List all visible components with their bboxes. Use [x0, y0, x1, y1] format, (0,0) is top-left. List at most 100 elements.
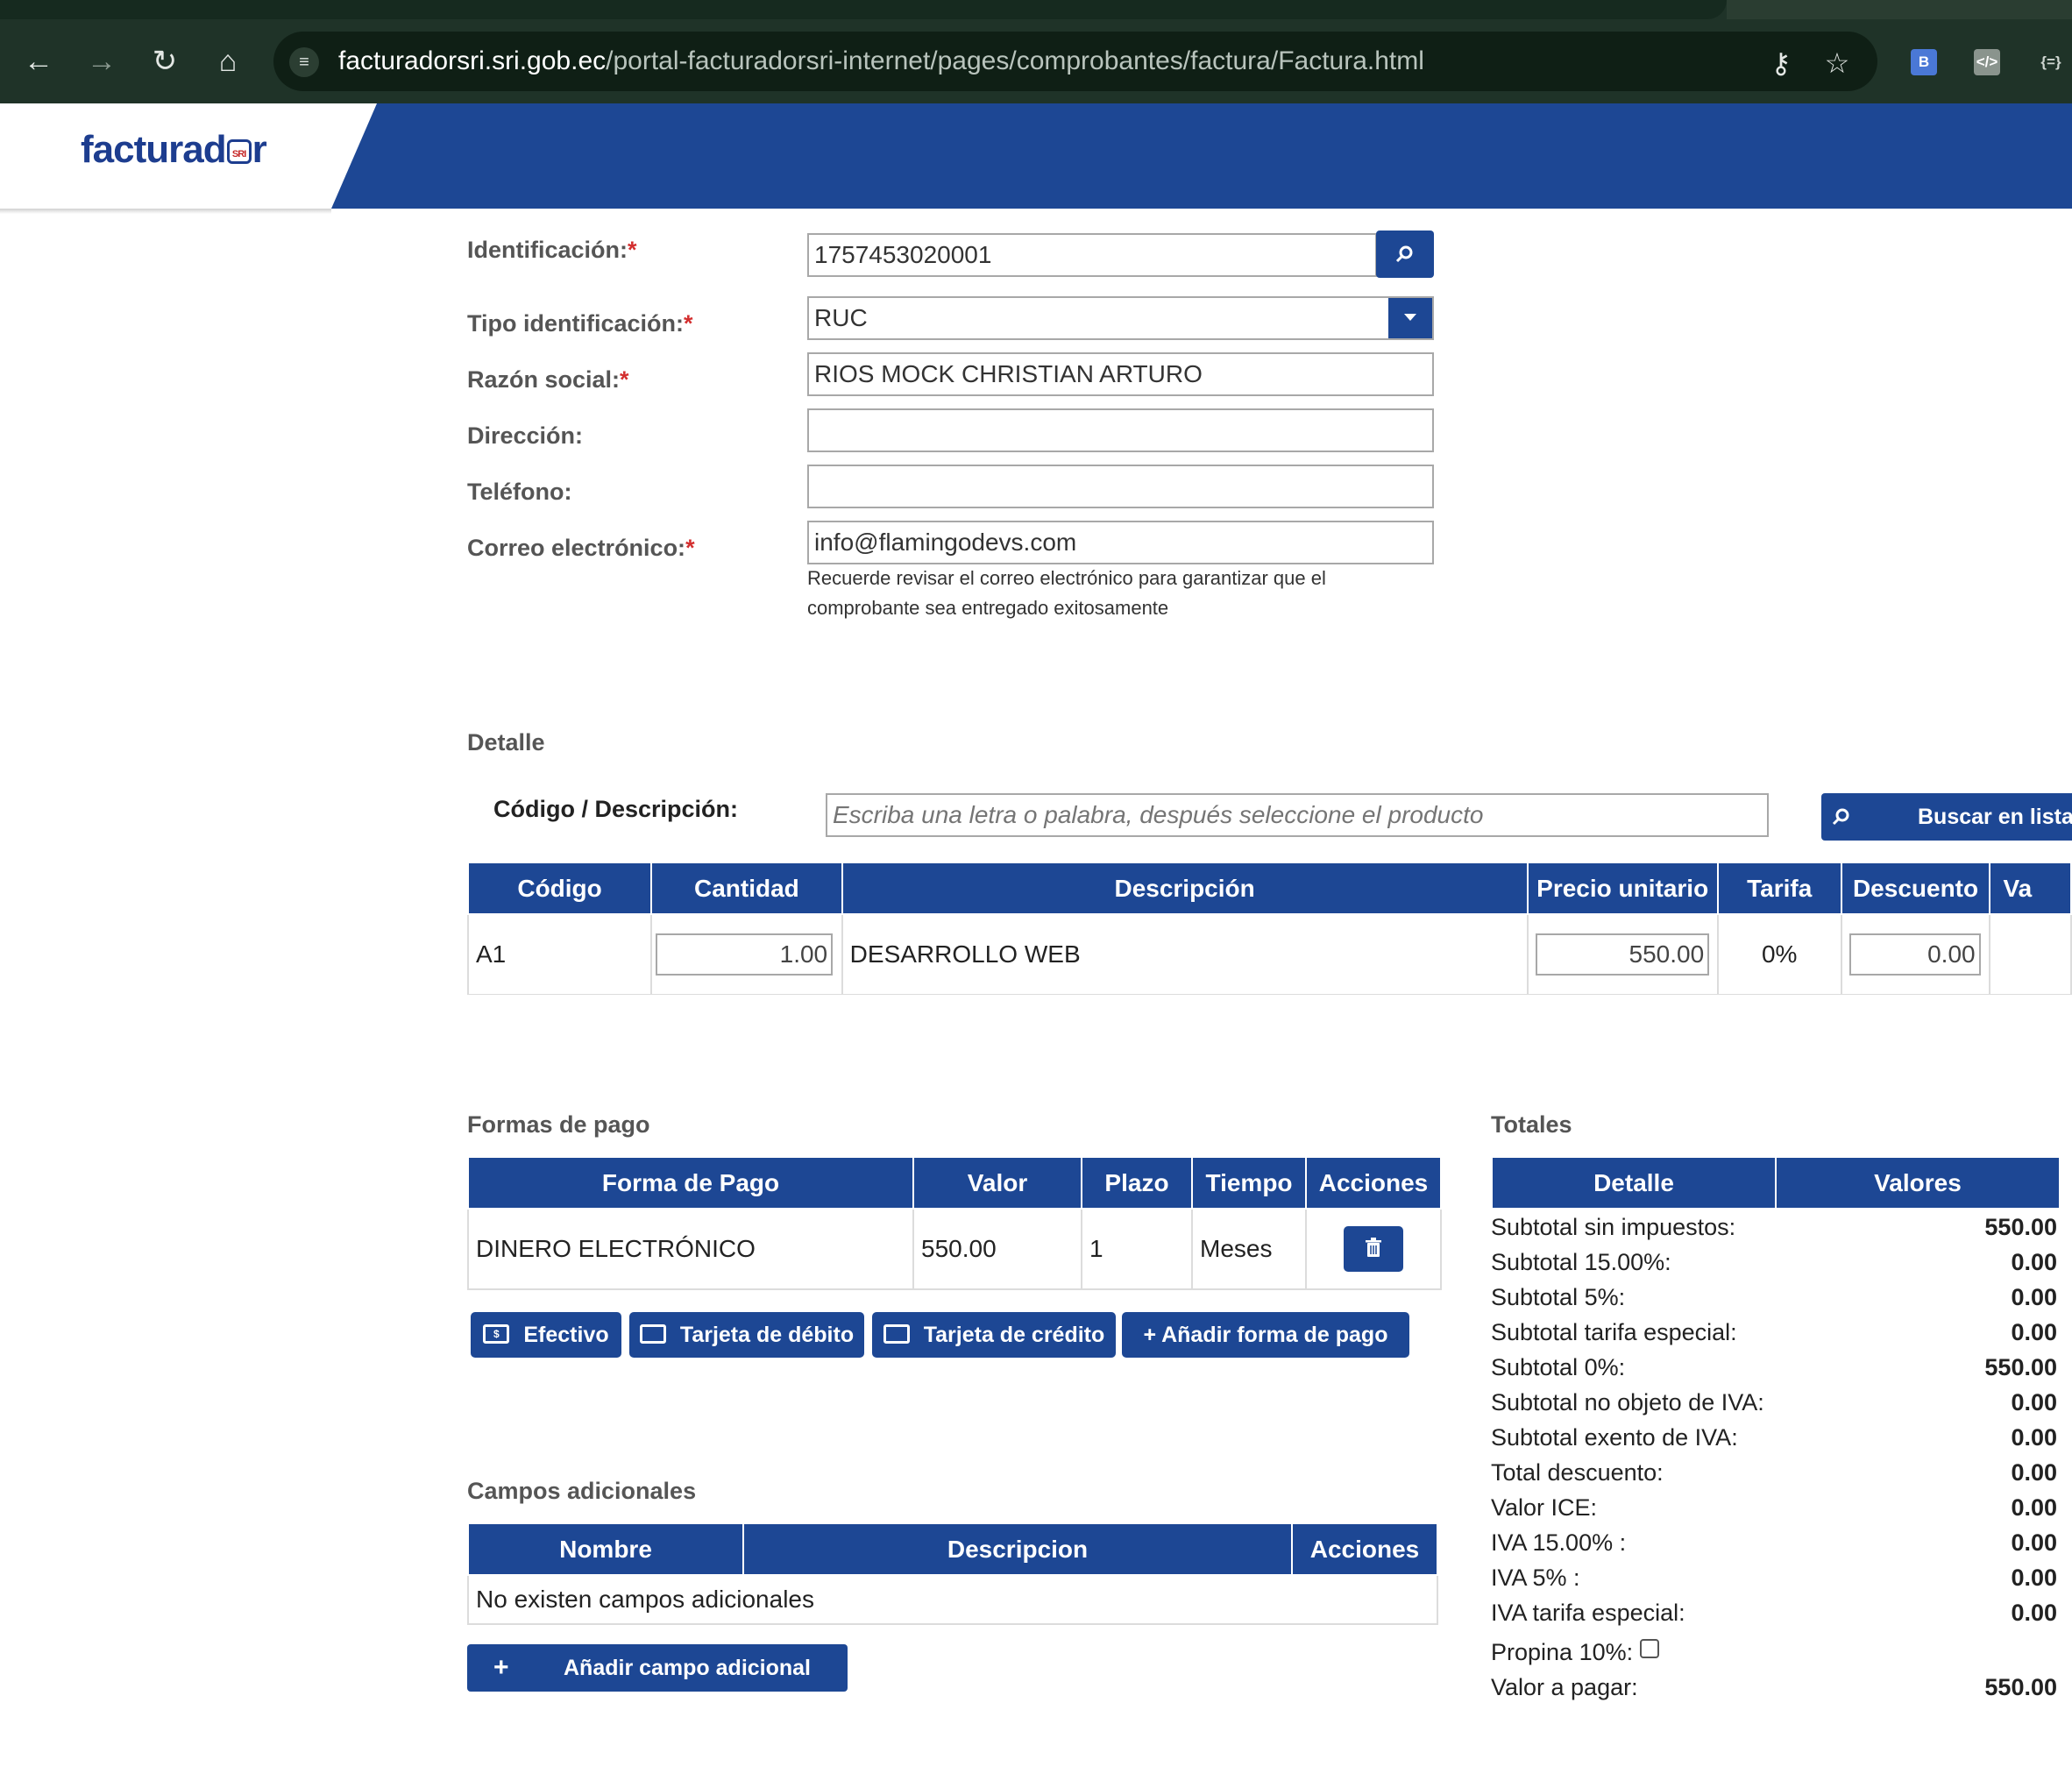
- delete-payment-button[interactable]: [1344, 1226, 1403, 1272]
- home-icon[interactable]: ⌂: [209, 42, 247, 81]
- col-cantidad[interactable]: Cantidad: [650, 863, 843, 915]
- formas-pago-title: Formas de pago: [467, 1111, 650, 1138]
- total-subtotal-5: Subtotal 5%: 0.00: [1491, 1284, 2057, 1310]
- total-valor-ice: Valor ICE: 0.00: [1491, 1494, 2057, 1521]
- total-iva-5: IVA 5% :0.00: [1491, 1564, 2057, 1591]
- direccion-input[interactable]: [807, 408, 1434, 452]
- direccion-label: Dirección:: [467, 422, 584, 449]
- tarjeta-credito-button[interactable]: Tarjeta de crédito: [872, 1312, 1116, 1358]
- reload-icon[interactable]: ↻: [145, 42, 184, 81]
- col-nombre: Nombre: [467, 1524, 744, 1576]
- total-subtotal-tarifa-especial: Subtotal tarifa especial: 0.00: [1491, 1319, 2057, 1345]
- col-precio-unitario[interactable]: Precio unitario: [1526, 863, 1719, 915]
- total-descuento: Total descuento: 0.00: [1491, 1459, 2057, 1486]
- json-extension-icon[interactable]: {=}: [2035, 49, 2067, 75]
- plus-icon: +: [1143, 1323, 1157, 1347]
- buscar-listado-button[interactable]: Buscar en listad: [1821, 793, 2072, 841]
- logo-sri-badge: SRI: [226, 139, 252, 165]
- forward-icon[interactable]: →: [82, 42, 121, 81]
- valor-a-pagar-label: Valor a pagar:: [1491, 1674, 1638, 1700]
- detalle-codigo: A1: [467, 913, 653, 995]
- table-row: DINERO ELECTRÓNICO 550.00 1 Meses: [467, 1208, 1442, 1290]
- descuento-input[interactable]: 0.00: [1848, 933, 1981, 976]
- bookmark-star-icon[interactable]: ☆: [1820, 46, 1855, 81]
- tipo-identificacion-select[interactable]: RUC: [807, 296, 1434, 340]
- url-text[interactable]: facturadorsri.sri.gob.ec/portal-facturad…: [338, 44, 1424, 79]
- url-host: facturadorsri.sri.gob.ec: [338, 46, 607, 75]
- password-key-icon[interactable]: ⚷: [1763, 46, 1799, 81]
- valor-a-pagar-value: 550.00: [1984, 1674, 2057, 1700]
- pago-tiempo: Meses: [1191, 1208, 1307, 1290]
- logo-text-end: r: [252, 128, 267, 171]
- precio-input[interactable]: 550.00: [1536, 933, 1710, 976]
- propina-checkbox[interactable]: [1640, 1638, 1660, 1658]
- anadir-forma-pago-label: Añadir forma de pago: [1161, 1323, 1388, 1347]
- col-descripcion[interactable]: Descripción: [841, 863, 1529, 915]
- back-icon[interactable]: ←: [19, 42, 58, 81]
- anadir-campo-adicional-button[interactable]: + Añadir campo adicional: [467, 1644, 848, 1692]
- razon-social-input[interactable]: RIOS MOCK CHRISTIAN ARTURO: [807, 352, 1434, 396]
- detalle-valor: [1989, 913, 2072, 995]
- col-valores: Valores: [1775, 1158, 2061, 1210]
- detalle-table-wrap: Código Cantidad Descripción Precio unita…: [467, 863, 2072, 995]
- detalle-tarifa: 0%: [1716, 913, 1842, 995]
- trash-icon: [1366, 1238, 1381, 1257]
- col-tiempo: Tiempo: [1191, 1158, 1307, 1210]
- campos-adicionales-title: Campos adicionales: [467, 1478, 697, 1504]
- propina-label: Propina 10%:: [1491, 1639, 1634, 1665]
- empty-message: No existen campos adicionales: [467, 1574, 1438, 1625]
- tarjeta-debito-button[interactable]: Tarjeta de débito: [629, 1312, 864, 1358]
- valor-a-pagar-row: Valor a pagar: 550.00: [1491, 1670, 2057, 1705]
- telefono-input[interactable]: [807, 465, 1434, 508]
- razon-social-label: Razón social:*: [467, 366, 629, 393]
- devtools-extension-icon[interactable]: </>: [1974, 49, 2000, 75]
- col-acciones: Acciones: [1305, 1158, 1442, 1210]
- tipo-identificacion-label: Tipo identificación:*: [467, 310, 693, 337]
- producto-search-input[interactable]: [826, 793, 1769, 837]
- detalle-descripcion: DESARROLLO WEB: [841, 913, 1529, 995]
- campos-adicionales-table: Nombre Descripcion Acciones No existen c…: [467, 1524, 1438, 1625]
- facturador-logo[interactable]: facturad SRI r: [81, 128, 267, 172]
- credit-card-icon: [639, 1324, 666, 1345]
- col-forma-pago: Forma de Pago: [467, 1158, 914, 1210]
- extension-icon[interactable]: B: [1911, 49, 1937, 75]
- efectivo-button[interactable]: $ Efectivo: [471, 1312, 621, 1358]
- total-subtotal-sin-impuestos: Subtotal sin impuestos: 550.00: [1491, 1214, 2057, 1240]
- col-valor: Valor: [912, 1158, 1082, 1210]
- correo-input[interactable]: info@flamingodevs.com: [807, 521, 1434, 564]
- total-iva-15: IVA 15.00% :0.00: [1491, 1529, 2057, 1556]
- col-tarifa[interactable]: Tarifa: [1716, 863, 1842, 915]
- url-path: /portal-facturadorsri-internet/pages/com…: [606, 46, 1424, 75]
- totales-table-header: Detalle Valores: [1491, 1158, 2061, 1210]
- codigo-descripcion-label: Código / Descripción:: [493, 796, 739, 822]
- correo-label: Correo electrónico:*: [467, 535, 695, 561]
- total-iva-tarifa-especial: IVA tarifa especial: 0.00: [1491, 1600, 2057, 1626]
- col-detalle: Detalle: [1491, 1158, 1777, 1210]
- total-subtotal-15: Subtotal 15.00%: 0.00: [1491, 1249, 2057, 1275]
- table-row: A1 1.00 DESARROLLO WEB 550.00 0% 0.00: [467, 913, 2072, 995]
- pago-forma: DINERO ELECTRÓNICO: [467, 1208, 914, 1290]
- total-subtotal-0: Subtotal 0%: 550.00: [1491, 1354, 2057, 1380]
- col-valor[interactable]: Va: [1989, 863, 2072, 915]
- identificacion-search-button[interactable]: [1376, 231, 1434, 278]
- totales-title: Totales: [1491, 1111, 1572, 1138]
- logo-text-part: facturad: [81, 128, 227, 171]
- pago-valor: 550.00: [912, 1208, 1082, 1290]
- col-descuento[interactable]: Descuento: [1840, 863, 1991, 915]
- telefono-label: Teléfono:: [467, 479, 572, 505]
- anadir-forma-pago-button[interactable]: + Añadir forma de pago: [1122, 1312, 1409, 1358]
- anadir-campo-adicional-label: Añadir campo adicional: [564, 1656, 812, 1680]
- tipo-identificacion-value: RUC: [814, 304, 868, 331]
- credit-card-icon: [883, 1324, 910, 1345]
- header-shadow: [0, 209, 331, 214]
- detalle-table: Código Cantidad Descripción Precio unita…: [467, 863, 2072, 995]
- cantidad-input[interactable]: 1.00: [656, 933, 834, 976]
- site-settings-icon[interactable]: ≡: [289, 47, 319, 77]
- col-descripcion: Descripcion: [742, 1524, 1293, 1576]
- chevron-down-icon[interactable]: [1388, 298, 1432, 338]
- tarjeta-debito-label: Tarjeta de débito: [679, 1323, 855, 1347]
- col-codigo[interactable]: Código: [467, 863, 653, 915]
- pago-plazo: 1: [1081, 1208, 1193, 1290]
- total-subtotal-exento-iva: Subtotal exento de IVA: 0.00: [1491, 1424, 2057, 1451]
- identificacion-input[interactable]: 1757453020001: [807, 233, 1377, 277]
